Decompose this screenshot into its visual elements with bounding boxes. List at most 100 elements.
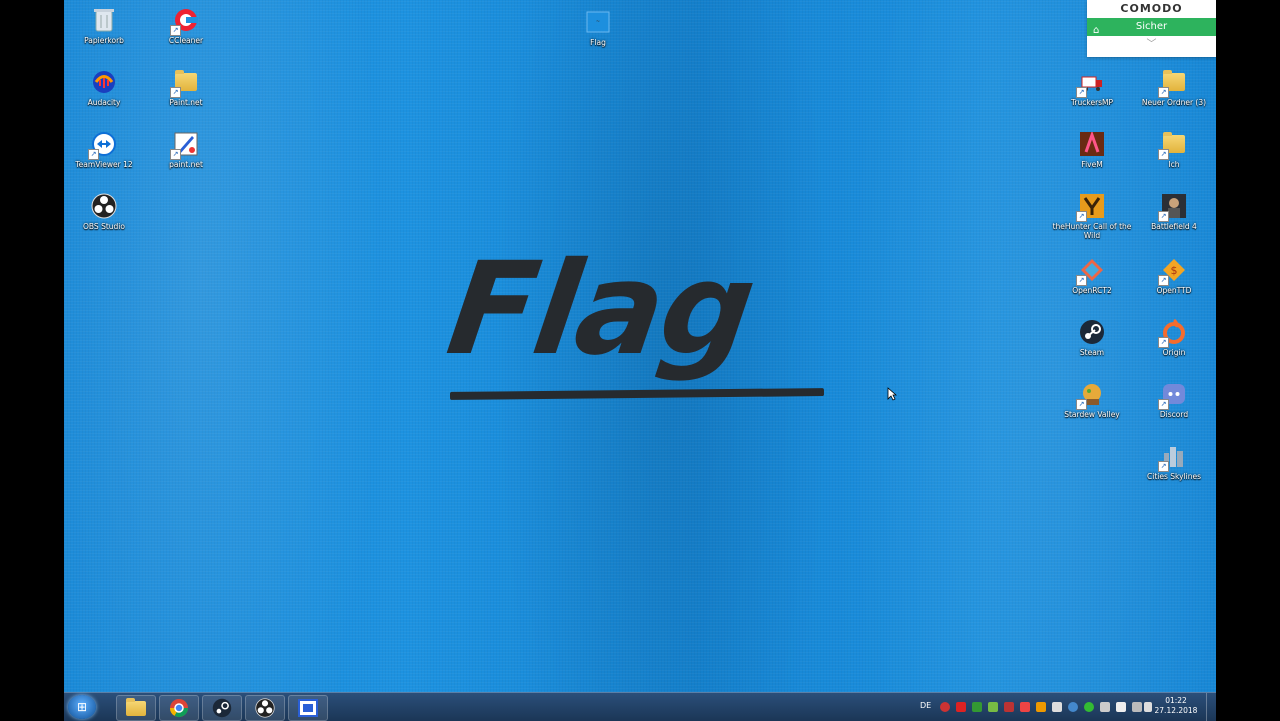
steam-icon (1078, 318, 1106, 346)
chevron-down-icon[interactable]: ﹀ (1087, 36, 1216, 54)
desktop-icon-papierkorb[interactable]: Papierkorb (64, 6, 144, 45)
openttd-icon: $ ↗ (1158, 256, 1188, 286)
wallpaper-underline (449, 388, 825, 400)
folder-icon: ↗ (1158, 68, 1188, 98)
image-file-icon: ~ (584, 8, 612, 36)
recycle-bin-icon (90, 6, 118, 34)
chrome-icon (170, 699, 188, 718)
language-indicator[interactable]: DE (920, 701, 931, 710)
truckersmp-icon: ↗ (1076, 68, 1106, 98)
svg-text:$: $ (1171, 264, 1178, 277)
discord-icon: ↗ (1158, 380, 1188, 410)
desktop-icon-steam[interactable]: Steam (1052, 318, 1132, 357)
network-icon[interactable] (1132, 702, 1142, 712)
clock[interactable]: 01:22 27.12.2018 (1152, 696, 1200, 716)
icon-label: OBS Studio (83, 222, 125, 231)
icon-label: Paint.net (169, 98, 203, 107)
desktop-icon-origin[interactable]: ↗ Origin (1134, 318, 1214, 357)
desktop-icon-teamviewer[interactable]: ↗ TeamViewer 12 (64, 130, 144, 169)
desktop-icon-openttd[interactable]: $ ↗ OpenTTD (1134, 256, 1214, 295)
icon-label: Flag (590, 38, 606, 47)
thehunter-icon: ↗ (1076, 192, 1106, 222)
show-desktop-button[interactable] (1206, 693, 1217, 721)
desktop-icon-cities-skylines[interactable]: ↗ Cities Skylines (1134, 442, 1214, 481)
taskbar-obs-button[interactable] (245, 695, 285, 721)
taskbar-chrome-button[interactable] (159, 695, 199, 721)
tray-app-icon[interactable] (1036, 702, 1046, 712)
tray-app-icon[interactable] (1100, 702, 1110, 712)
desktop-icon-audacity[interactable]: Audacity (64, 68, 144, 107)
shortcut-arrow-icon: ↗ (170, 87, 181, 98)
tray-app-icon[interactable] (1084, 702, 1094, 712)
tray-app-icon[interactable] (972, 702, 982, 712)
remote-desktop-icon (298, 699, 318, 717)
tray-app-icon[interactable] (956, 702, 966, 712)
desktop-icon-neuer-ordner[interactable]: ↗ Neuer Ordner (3) (1134, 68, 1214, 107)
obs-icon (255, 698, 275, 718)
shortcut-arrow-icon: ↗ (1076, 211, 1087, 222)
icon-label: Battlefield 4 (1151, 222, 1197, 231)
icon-label: OpenTTD (1156, 286, 1192, 295)
taskbar-remote-desktop-button[interactable] (288, 695, 328, 721)
tray-app-icon[interactable] (1004, 702, 1014, 712)
comodo-status-text: Sicher (1135, 21, 1168, 32)
ccleaner-icon: ↗ (170, 6, 200, 36)
desktop-icon-flag[interactable]: ~ Flag (558, 8, 638, 47)
folder-icon: ↗ (170, 68, 200, 98)
fivem-icon (1078, 130, 1106, 158)
icon-label: TeamViewer 12 (75, 160, 133, 169)
desktop-icon-thehunter[interactable]: ↗ theHunter Call of the Wild (1052, 192, 1132, 240)
paintnet-icon: ↗ (170, 130, 200, 160)
icon-label: Steam (1079, 348, 1105, 357)
icon-label: Audacity (87, 98, 121, 107)
desktop-icon-truckersmp[interactable]: ↗ TruckersMP (1052, 68, 1132, 107)
shortcut-arrow-icon: ↗ (170, 25, 181, 36)
desktop-icon-battlefield[interactable]: ↗ Battlefield 4 (1134, 192, 1214, 231)
steam-icon (212, 698, 232, 718)
desktop-icon-paintnet[interactable]: ↗ paint.net (146, 130, 226, 169)
desktop[interactable]: Papierkorb ↗ CCleaner Audacity ↗ Paint.n… (64, 0, 1216, 692)
desktop-icon-ich[interactable]: ↗ Ich (1134, 130, 1214, 169)
desktop-icon-obs[interactable]: OBS Studio (64, 192, 144, 231)
desktop-icon-discord[interactable]: ↗ Discord (1134, 380, 1214, 419)
shortcut-arrow-icon: ↗ (1158, 211, 1169, 222)
stardew-icon: ↗ (1076, 380, 1106, 410)
tray-app-icon[interactable] (1052, 702, 1062, 712)
comodo-status-bar[interactable]: ⌂ Sicher (1087, 18, 1216, 36)
taskbar-steam-button[interactable] (202, 695, 242, 721)
desktop-icon-stardew[interactable]: ↗ Stardew Valley (1052, 380, 1132, 419)
clock-time: 01:22 (1165, 696, 1187, 705)
taskbar-explorer-button[interactable] (116, 695, 156, 721)
comodo-brand: COMODO (1120, 2, 1183, 15)
folder-icon: ↗ (1158, 130, 1188, 160)
wallpaper-flag-text: Flag (439, 235, 762, 384)
origin-icon: ↗ (1158, 318, 1188, 348)
desktop-icon-openrct2[interactable]: ↗ OpenRCT2 (1052, 256, 1132, 295)
tray-app-icon[interactable] (988, 702, 998, 712)
shortcut-arrow-icon: ↗ (1158, 87, 1169, 98)
icon-label: CCleaner (168, 36, 204, 45)
shortcut-arrow-icon: ↗ (1158, 461, 1169, 472)
tray-app-icon[interactable] (940, 702, 950, 712)
svg-text:~: ~ (596, 19, 600, 25)
desktop-icon-paintnet-folder[interactable]: ↗ Paint.net (146, 68, 226, 107)
shortcut-arrow-icon: ↗ (1076, 87, 1087, 98)
desktop-icon-fivem[interactable]: FiveM (1052, 130, 1132, 169)
clock-date: 27.12.2018 (1154, 706, 1198, 715)
cities-skylines-icon: ↗ (1158, 442, 1188, 472)
icon-label: theHunter Call of the Wild (1052, 222, 1132, 240)
icon-label: FiveM (1081, 160, 1103, 169)
shortcut-arrow-icon: ↗ (1076, 399, 1087, 410)
flag-icon[interactable] (1116, 702, 1126, 712)
shortcut-arrow-icon: ↗ (170, 149, 181, 160)
desktop-icon-ccleaner[interactable]: ↗ CCleaner (146, 6, 226, 45)
volume-icon[interactable] (1144, 702, 1152, 712)
shortcut-arrow-icon: ↗ (1158, 337, 1169, 348)
comodo-widget[interactable]: COMODO ⌂ Sicher ﹀ (1087, 0, 1216, 57)
tray-app-icon[interactable] (1020, 702, 1030, 712)
shortcut-arrow-icon: ↗ (1158, 399, 1169, 410)
taskbar: ⊞ DE 01:22 27.12.2018 (64, 692, 1216, 721)
tray-app-icon[interactable] (1068, 702, 1078, 712)
shortcut-arrow-icon: ↗ (1158, 149, 1169, 160)
start-button[interactable]: ⊞ (68, 695, 96, 719)
